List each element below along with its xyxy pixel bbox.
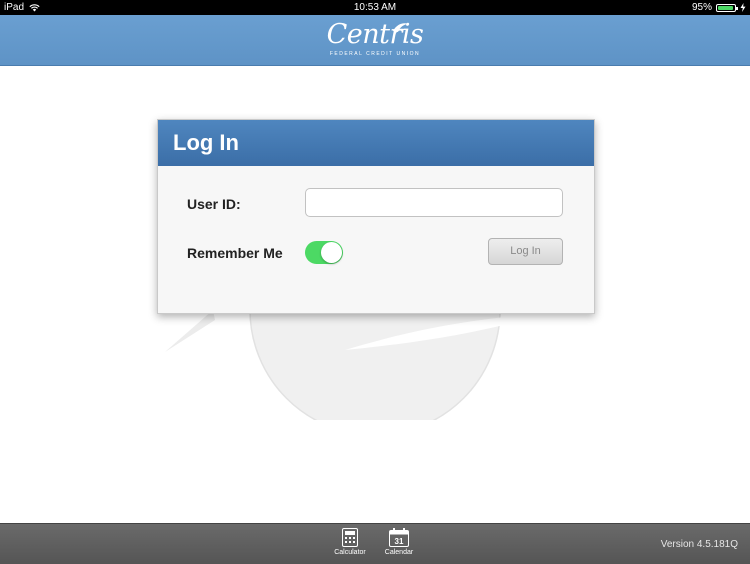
centris-logo: Centris FEDERAL CREDIT UNION: [0, 19, 750, 57]
logo-subtitle: FEDERAL CREDIT UNION: [329, 51, 421, 57]
calculator-button[interactable]: Calculator: [325, 528, 375, 556]
calendar-label: Calendar: [384, 549, 414, 556]
calendar-icon: 31: [389, 528, 409, 547]
login-card-title: Log In: [158, 120, 594, 166]
bird-logo-icon: [393, 23, 409, 32]
status-time: 10:53 AM: [353, 2, 397, 13]
login-card: Log In User ID: Remember Me Log In: [157, 119, 595, 314]
app-header: Centris FEDERAL CREDIT UNION: [0, 15, 750, 66]
bottom-toolbar: Calculator 31 Calendar Version 4.5.181Q: [0, 523, 750, 564]
user-id-label: User ID:: [187, 196, 241, 212]
calendar-icon-day: 31: [395, 537, 404, 546]
user-id-input[interactable]: [305, 188, 563, 217]
remember-me-label: Remember Me: [187, 245, 283, 261]
battery-icon: [716, 3, 738, 12]
calculator-label: Calculator: [334, 549, 366, 556]
remember-me-toggle[interactable]: [305, 241, 343, 264]
toggle-knob: [321, 242, 342, 263]
charging-icon: [740, 3, 746, 12]
status-bar: iPad 10:53 AM 95%: [0, 0, 750, 15]
battery-fill: [718, 5, 734, 10]
version-label: Version 4.5.181Q: [660, 539, 738, 550]
calculator-icon: [342, 528, 358, 547]
battery-percent: 95%: [691, 2, 712, 13]
logo-name: Centris: [326, 19, 424, 50]
calendar-button[interactable]: 31 Calendar: [374, 528, 424, 556]
login-button[interactable]: Log In: [488, 238, 563, 265]
status-right: 95%: [692, 2, 746, 13]
